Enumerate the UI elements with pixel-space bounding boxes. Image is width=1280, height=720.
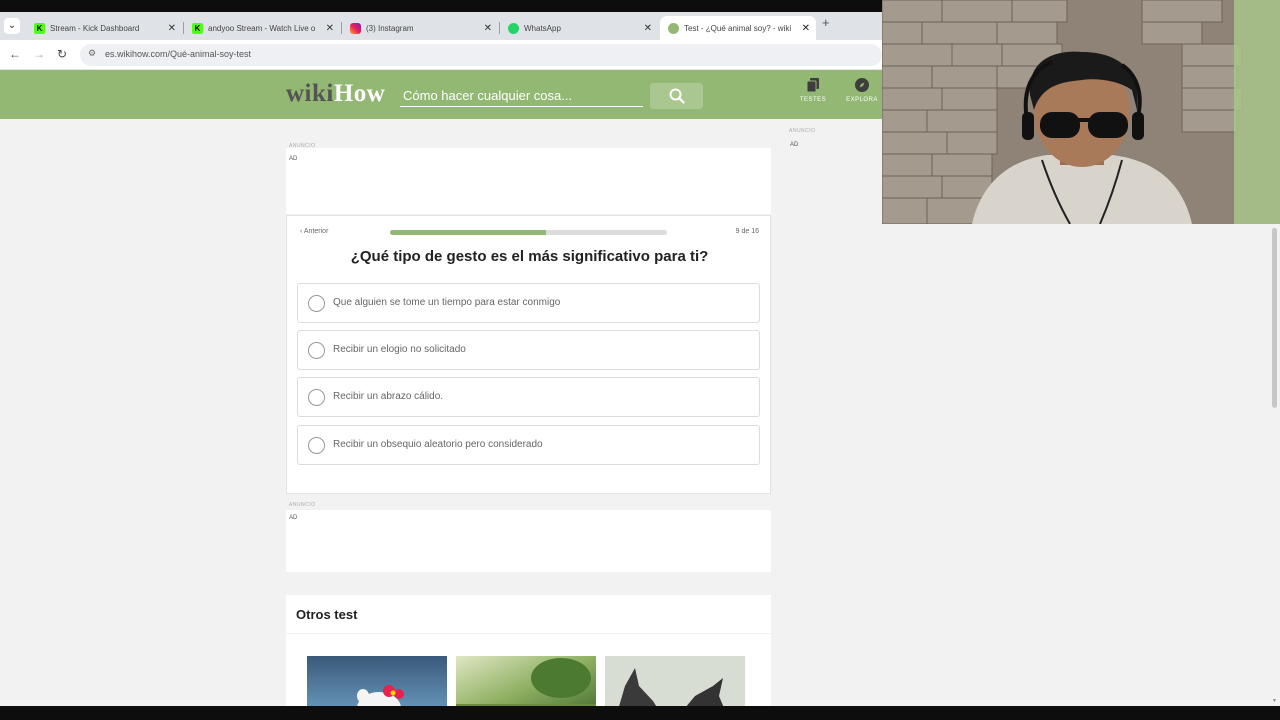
previous-question-link[interactable]: ‹ Anterior xyxy=(300,228,328,235)
tab-whatsapp[interactable]: WhatsApp ✕ xyxy=(500,16,658,40)
url-field[interactable]: ⚙ es.wikihow.com/Qué-animal-soy-test xyxy=(80,44,882,66)
other-tests-section: Otros test xyxy=(286,595,771,720)
question-counter: 9 de 16 xyxy=(735,228,759,235)
close-icon[interactable]: ✕ xyxy=(802,23,810,34)
tab-instagram[interactable]: (3) Instagram ✕ xyxy=(342,16,498,40)
radio-button[interactable] xyxy=(308,437,325,454)
radio-button[interactable] xyxy=(308,389,325,406)
search-input[interactable] xyxy=(400,84,643,107)
wikihow-icon xyxy=(668,22,679,34)
instagram-icon xyxy=(350,22,361,34)
compass-icon xyxy=(855,78,869,92)
ad-tag: AD xyxy=(289,515,298,521)
reload-icon[interactable]: ↻ xyxy=(57,47,67,61)
progress-bar xyxy=(390,230,667,235)
whatsapp-icon xyxy=(508,22,519,34)
nav-tests[interactable]: TESTES xyxy=(793,78,833,103)
close-icon[interactable]: ✕ xyxy=(644,23,652,34)
tab-search-button[interactable]: ⌄ xyxy=(4,18,20,34)
close-icon[interactable]: ✕ xyxy=(168,23,176,34)
bottom-black-bar xyxy=(0,706,1280,720)
ad-label: ANUNCIO xyxy=(289,502,316,508)
ad-slot-top[interactable]: AD xyxy=(286,148,771,214)
search-icon xyxy=(669,88,685,104)
kick-icon: K xyxy=(34,22,45,34)
webcam-overlay xyxy=(882,0,1280,224)
forward-arrow-icon[interactable]: → xyxy=(33,47,45,61)
close-icon[interactable]: ✕ xyxy=(484,23,492,34)
ad-tag: AD xyxy=(289,156,298,162)
ad-label: ANUNCIO xyxy=(789,128,816,134)
ad-tag: AD xyxy=(790,142,799,148)
tab-kick-dashboard[interactable]: K Stream - Kick Dashboard ✕ xyxy=(26,16,182,40)
progress-fill xyxy=(390,230,546,235)
quiz-icon xyxy=(807,78,819,92)
site-info-icon[interactable]: ⚙ xyxy=(88,48,96,59)
answer-text: Que alguien se tome un tiempo para estar… xyxy=(333,297,561,308)
divider xyxy=(286,633,771,634)
site-header: wikiHow TESTES EXPLORA xyxy=(0,70,882,119)
question-title: ¿Qué tipo de gesto es el más significati… xyxy=(350,248,709,265)
url-text: es.wikihow.com/Qué-animal-soy-test xyxy=(105,49,252,59)
wikihow-logo[interactable]: wikiHow xyxy=(286,80,385,108)
back-arrow-icon[interactable]: ← xyxy=(9,47,21,61)
webcam-image xyxy=(882,0,1280,224)
search-button[interactable] xyxy=(650,83,703,109)
new-tab-button[interactable]: + xyxy=(822,15,830,30)
browser-tab-strip: ⌄ K Stream - Kick Dashboard ✕ K andyoo S… xyxy=(0,12,882,40)
page-scrollbar[interactable] xyxy=(1270,224,1280,706)
quiz-card: ‹ Anterior 9 de 16 ¿Qué tipo de gesto es… xyxy=(286,215,771,494)
address-bar-row: ← → ↻ ⚙ es.wikihow.com/Qué-animal-soy-te… xyxy=(0,40,882,70)
ad-slot-bottom[interactable]: AD xyxy=(286,510,771,572)
nav-explore[interactable]: EXPLORA xyxy=(842,78,882,103)
answer-option[interactable]: Que alguien se tome un tiempo para estar… xyxy=(297,283,760,323)
scroll-down-arrow[interactable]: ▼ xyxy=(1272,698,1277,704)
answer-text: Recibir un elogio no solicitado xyxy=(333,344,466,355)
scrollbar-thumb[interactable] xyxy=(1272,228,1277,408)
kick-icon: K xyxy=(192,22,203,34)
close-icon[interactable]: ✕ xyxy=(326,23,334,34)
section-title: Otros test xyxy=(296,607,358,622)
answer-option[interactable]: Recibir un obsequio aleatorio pero consi… xyxy=(297,425,760,465)
tab-kick-stream[interactable]: K andyoo Stream - Watch Live o ✕ xyxy=(184,16,340,40)
answer-option[interactable]: Recibir un elogio no solicitado xyxy=(297,330,760,370)
answer-text: Recibir un abrazo cálido. xyxy=(333,391,444,402)
radio-button[interactable] xyxy=(308,342,325,359)
answer-option[interactable]: Recibir un abrazo cálido. xyxy=(297,377,760,417)
radio-button[interactable] xyxy=(308,295,325,312)
tab-wikihow-test[interactable]: Test - ¿Qué animal soy? - wiki ✕ xyxy=(660,16,816,40)
answer-text: Recibir un obsequio aleatorio pero consi… xyxy=(333,439,543,450)
